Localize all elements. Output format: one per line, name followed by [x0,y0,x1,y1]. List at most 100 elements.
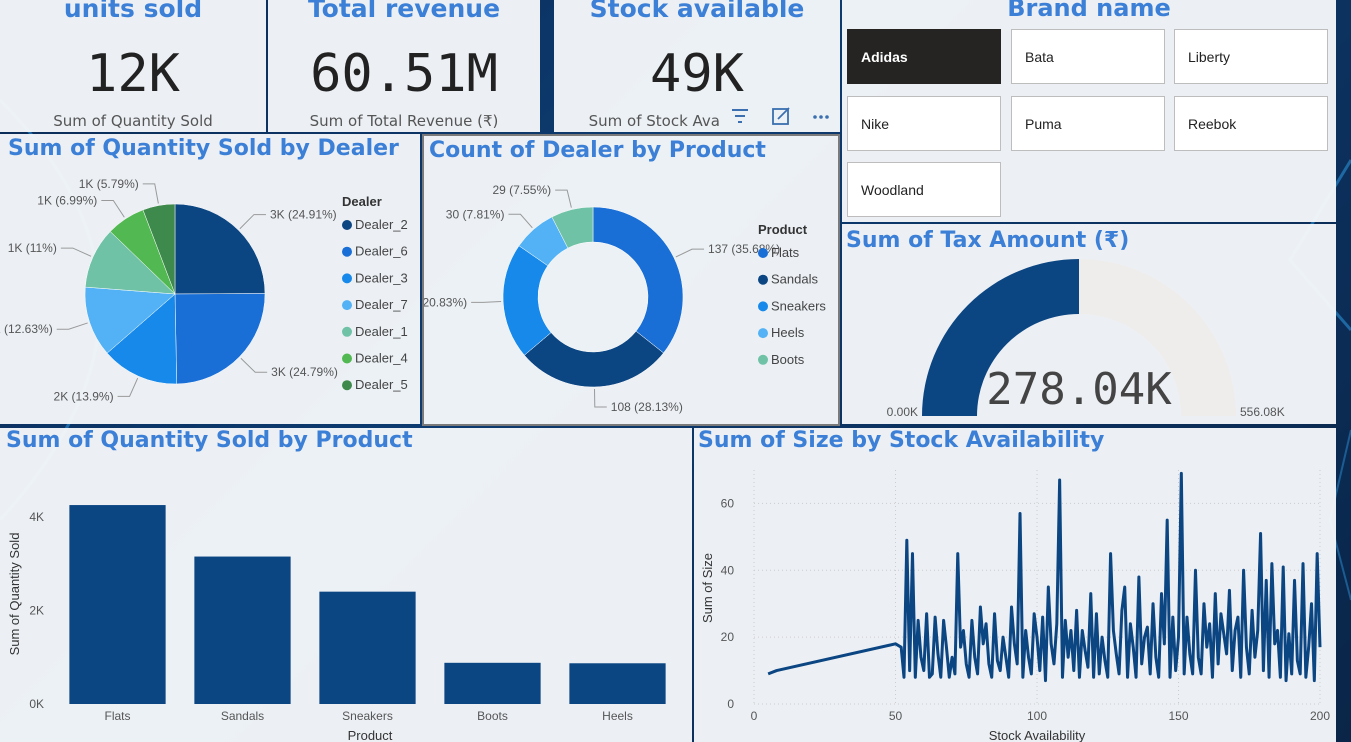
filter-icon[interactable] [732,109,748,123]
pie-leader-line [101,200,125,218]
x-axis-title: Product [348,728,393,742]
line-chart-panel[interactable]: Sum of Size by Stock Availability 0 20 40 6… [694,428,1336,742]
x-tick-label: 100 [1027,709,1047,723]
donut-data-label: 29 (7.55%) [492,183,551,197]
pie-legend-marker [342,353,352,364]
donut-legend-marker [758,328,768,339]
donut-slice-flats[interactable] [592,206,684,354]
pie-data-label: 3K (24.91%) [270,208,337,222]
x-tick-label: Sneakers [342,709,393,723]
x-tick-label: Sandals [221,709,264,723]
donut-legend-item[interactable]: Heels [771,325,805,340]
donut-legend-item[interactable]: Sandals [771,272,818,287]
line-series[interactable] [767,471,1322,683]
pie-legend-item[interactable]: Dealer_6 [355,244,408,259]
x-tick-label: 50 [889,709,903,723]
x-tick-label: Heels [602,709,633,723]
kpi-caption: Sum of Total Revenue (₹) [309,112,499,130]
pie-leader-line [142,183,159,204]
donut-legend-title: Product [758,222,808,237]
more-options-icon[interactable] [813,115,829,119]
pie-legend-item[interactable]: Dealer_7 [355,297,408,312]
pie-leader-line [56,322,88,330]
kpi-caption: Sum of Stock Ava [588,112,720,130]
x-axis-title: Stock Availability [989,728,1086,742]
donut-leader-line [555,189,572,208]
pie-legend-item[interactable]: Dealer_3 [355,270,408,285]
slicer-option-woodland[interactable]: Woodland [847,162,1001,217]
kpi-card-total-revenue[interactable]: Total revenue 60.51M Sum of Total Revenu… [268,0,540,132]
pie-slice-dealer_6[interactable] [174,293,266,385]
slicer-option-reebok[interactable]: Reebok [1174,96,1328,151]
slicer-option-adidas[interactable]: Adidas [847,29,1001,84]
kpi-title: Stock available [589,0,805,23]
donut-leader-line [508,213,533,229]
pie-chart: 3K (24.91%) 3K (24.79%) 2K (13.9%) 1K (12.6… [0,177,408,404]
bar-chart: 0K 2K 4K Flats Sandals Sneakers Boots Heels Prod… [7,505,666,742]
bar-sneakers[interactable] [319,591,416,704]
pie-leader-line [240,357,268,373]
kpi-title: Total revenue [307,0,501,23]
y-axis-title: Sum of Quantity Sold [7,533,22,656]
pie-legend-marker [342,273,352,284]
donut-legend-item[interactable]: Flats [771,245,800,260]
gauge-value: 278.04K [986,364,1172,415]
pie-leader-line [117,377,139,397]
kpi-value: 12K [86,44,180,104]
pie-legend-marker [342,326,352,337]
pie-chart-panel[interactable]: Sum of Quantity Sold by Dealer 3K (24.91… [0,134,420,424]
pie-legend-marker [342,220,352,230]
y-axis-title: Sum of Size [700,553,715,623]
bar-sandals[interactable] [194,556,291,704]
pie-legend-marker [342,380,352,391]
kpi-title: units sold [63,0,203,23]
donut-legend-marker [758,248,768,258]
bar-chart-panel[interactable]: Sum of Quantity Sold by Product 0K 2K 4K Fl… [0,428,692,742]
donut-leader-line [471,301,502,303]
kpi-caption: Sum of Quantity Sold [53,112,213,130]
x-tick-label: Flats [104,709,130,723]
x-tick-label: 0 [751,709,758,723]
donut-legend-item[interactable]: Sneakers [771,298,826,313]
pie-legend-title: Dealer [342,194,382,209]
bar-flats[interactable] [69,505,166,704]
donut-data-label: 108 (28.13%) [611,400,683,414]
kpi-card-units-sold[interactable]: units sold 12K Sum of Quantity Sold [0,0,266,132]
bar-heels[interactable] [569,663,666,704]
pie-legend-item[interactable]: Dealer_4 [355,351,408,366]
pie-leader-line [60,247,92,257]
pie-legend-item[interactable]: Dealer_2 [355,217,408,232]
donut-leader-line [594,388,607,408]
donut-chart-panel[interactable]: Count of Dealer by Product 137 (35.68%) 1… [422,134,840,426]
donut-legend-item[interactable]: Boots [771,352,805,367]
brand-slicer: Brand name Adidas Bata Liberty Nike Puma… [842,0,1336,222]
kpi-card-stock-available[interactable]: Stock available 49K Sum of Stock Ava [554,0,840,132]
pie-data-label: 1K (12.63%) [0,322,53,336]
slicer-option-puma[interactable]: Puma [1011,96,1165,151]
line-chart: 0 20 40 60 0 50 100 150 200 Stock Availability Sum… [700,470,1330,742]
visual-header [726,102,836,132]
x-tick-label: 150 [1168,709,1188,723]
gauge-chart-panel[interactable]: Sum of Tax Amount (₹) 278.04K 0.00K 556.08… [842,224,1336,424]
bar-boots[interactable] [444,662,541,704]
pie-legend-item[interactable]: Dealer_1 [355,324,408,339]
pie-data-label: 1K (6.99%) [37,194,97,208]
y-tick-label: 20 [721,630,735,644]
donut-slice-sandals[interactable] [524,330,664,388]
donut-data-label: 30 (7.81%) [446,207,505,221]
y-tick-label: 0 [727,697,734,711]
gauge-min-label: 0.00K [887,405,918,419]
kpi-value: 60.51M [310,44,498,104]
donut-data-label: 137 (35.68%) [708,242,780,256]
slicer-option-bata[interactable]: Bata [1011,29,1165,84]
x-tick-label: Boots [477,709,508,723]
y-tick-label: 60 [721,496,735,510]
donut-legend-marker [758,354,768,365]
pie-legend-marker [342,300,352,311]
pie-legend-item[interactable]: Dealer_5 [355,377,408,392]
gauge-max-label: 556.08K [1240,405,1285,419]
slicer-option-nike[interactable]: Nike [847,96,1001,151]
focus-mode-icon[interactable] [772,107,790,125]
pie-data-label: 1K (5.79%) [79,177,139,191]
slicer-option-liberty[interactable]: Liberty [1174,29,1328,84]
